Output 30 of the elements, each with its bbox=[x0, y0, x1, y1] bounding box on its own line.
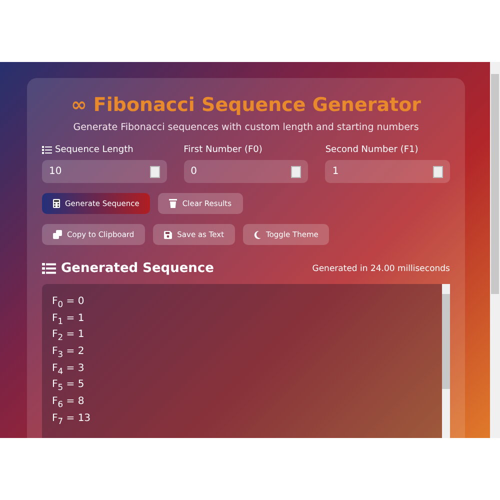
scrollbar[interactable] bbox=[442, 284, 450, 438]
floppy-icon bbox=[164, 230, 172, 238]
app-title: ∞ Fibonacci Sequence Generator bbox=[70, 93, 422, 118]
spinner-icon[interactable] bbox=[150, 166, 160, 178]
sequence-term: F$_{7}$ = 13 bbox=[52, 412, 92, 428]
number-field[interactable]: 10 bbox=[42, 160, 167, 183]
sequence-term: F$_{5}$ = 5 bbox=[52, 379, 86, 394]
sequence-term: F$_{0}$ = 0 bbox=[52, 296, 86, 311]
sequence-term: F$_{2}$ = 1 bbox=[52, 329, 86, 344]
moon-icon bbox=[254, 230, 262, 238]
list-icon bbox=[42, 263, 56, 274]
section-title: Generated Sequence bbox=[61, 261, 214, 276]
sequence-term: F$_{4}$ = 3 bbox=[52, 362, 86, 378]
calculator-icon bbox=[53, 199, 60, 208]
field-label: First Number (F0) bbox=[184, 145, 262, 155]
field-label: Sequence Length bbox=[55, 145, 134, 155]
timing-text: Generated in 24.00 milliseconds bbox=[312, 264, 450, 274]
sequence-term: F$_{1}$ = 1 bbox=[52, 312, 86, 328]
copy-icon bbox=[53, 230, 62, 239]
page-scrollbar[interactable] bbox=[490, 62, 500, 438]
sequence-term: F$_{3}$ = 2 bbox=[52, 346, 86, 362]
spinner-icon[interactable] bbox=[432, 166, 443, 178]
trash-icon bbox=[169, 199, 178, 208]
list-icon bbox=[42, 146, 52, 154]
spinner-icon[interactable] bbox=[291, 166, 302, 178]
field-label: Second Number (F1) bbox=[325, 145, 418, 155]
sequence-term: F$_{6}$ = 8 bbox=[52, 396, 86, 412]
number-field[interactable]: 0 bbox=[184, 160, 308, 183]
subtitle: Generate Fibonacci sequences with custom length and starting numbers bbox=[72, 122, 420, 133]
number-field[interactable]: 1 bbox=[325, 160, 450, 183]
